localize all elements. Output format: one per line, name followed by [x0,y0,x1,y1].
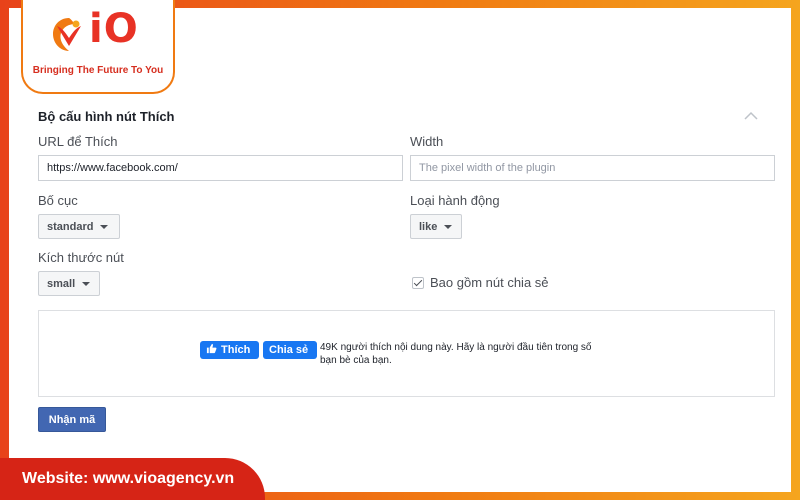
action-dropdown[interactable]: like [410,214,462,239]
size-label: Kích thước nút [38,250,124,265]
size-dropdown[interactable]: small [38,271,100,296]
layout-value: standard [47,220,94,233]
like-count-text: 49K người thích nội dung này. Hãy là ngư… [320,342,592,366]
width-label: Width [410,134,444,149]
thumbs-up-icon [206,343,217,357]
fb-like-button[interactable]: Thích [200,341,259,359]
logo-tagline: Bringing The Future To You [32,65,164,76]
share-checkbox-row[interactable]: Bao gồm nút chia sẻ [412,275,549,290]
size-value: small [47,277,76,290]
width-input[interactable] [410,155,775,181]
share-checkbox[interactable] [412,276,424,289]
caret-down-icon [82,281,91,286]
logo-text: iO [89,6,139,52]
logo-badge: iO Bringing The Future To You [21,0,175,94]
fb-share-button[interactable]: Chia sẻ [263,341,317,359]
url-label: URL để Thích [38,134,118,149]
share-checkbox-label: Bao gồm nút chia sẻ [430,275,549,290]
layout-dropdown[interactable]: standard [38,214,120,239]
action-value: like [419,220,438,233]
vio-logo-icon [49,14,89,59]
url-input[interactable] [38,155,403,181]
chevron-up-icon[interactable] [744,108,758,126]
action-label: Loại hành động [410,193,500,208]
section-title: Bộ cấu hình nút Thích [38,109,175,124]
caret-down-icon [444,224,453,229]
fb-share-label: Chia sẻ [269,344,309,356]
website-footer: Website: www.vioagency.vn [0,458,265,500]
caret-down-icon [100,224,109,229]
fb-like-label: Thích [221,344,251,356]
layout-label: Bố cục [38,193,78,208]
get-code-button[interactable]: Nhận mã [38,407,106,432]
